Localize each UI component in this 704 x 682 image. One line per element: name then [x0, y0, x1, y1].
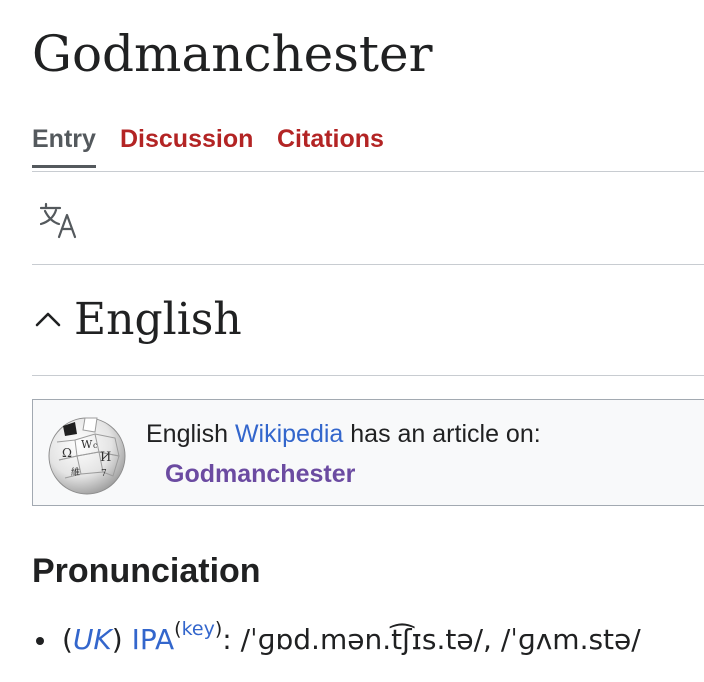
- paren-open: (: [62, 623, 73, 656]
- section-title: English: [74, 294, 242, 345]
- pronunciation-list: (UK) IPA(key): /ˈɡɒd.mən.t͡ʃɪs.tə/, /ˈɡʌ…: [32, 618, 641, 660]
- svg-text:W: W: [81, 438, 93, 451]
- wikipedia-box-prefix: English: [146, 420, 235, 448]
- ipa-transcription: : /ˈɡɒd.mən.t͡ʃɪs.tə/, /ˈɡʌm.stə/: [222, 623, 641, 656]
- wikipedia-box-text: English Wikipedia has an article on:: [146, 418, 541, 450]
- wikipedia-globe-icon: W Ω И 維 7 c: [45, 412, 129, 496]
- bullet: [36, 637, 44, 645]
- wikipedia-box-suffix: has an article on:: [343, 420, 541, 448]
- page-title: Godmanchester: [32, 25, 433, 83]
- region-link-uk[interactable]: UK: [73, 623, 112, 656]
- tab-entry[interactable]: Entry: [32, 124, 96, 168]
- tab-discussion[interactable]: Discussion: [120, 124, 253, 168]
- section-header-english[interactable]: English: [32, 264, 704, 376]
- chevron-up-icon[interactable]: [34, 306, 62, 334]
- wikipedia-article-link[interactable]: Godmanchester: [165, 460, 355, 488]
- list-item: (UK) IPA(key): /ˈɡɒd.mən.t͡ʃɪs.tə/, /ˈɡʌ…: [32, 618, 641, 660]
- svg-text:И: И: [100, 450, 111, 465]
- svg-text:維: 維: [71, 466, 80, 478]
- tab-citations[interactable]: Citations: [277, 124, 384, 168]
- translate-icon[interactable]: [39, 201, 84, 241]
- wikipedia-link[interactable]: Wikipedia: [235, 420, 343, 448]
- page-actions: [32, 171, 704, 265]
- page: Godmanchester Entry Discussion Citations: [32, 0, 704, 682]
- svg-text:c: c: [93, 441, 98, 450]
- svg-text:Ω: Ω: [62, 446, 72, 460]
- wikipedia-sister-box: W Ω И 維 7 c English Wikipedia has an art…: [32, 399, 704, 506]
- paren-close: ): [111, 623, 123, 656]
- ipa-key-link[interactable]: key: [182, 618, 215, 640]
- ipa-link[interactable]: IPA: [132, 623, 175, 656]
- key-paren-open: (: [174, 617, 182, 640]
- ipa-key-superscript: (key): [174, 618, 222, 640]
- namespace-tabs: Entry Discussion Citations: [32, 118, 704, 172]
- key-paren-close: ): [214, 617, 223, 640]
- svg-text:7: 7: [101, 469, 107, 479]
- wikipedia-article-line: Godmanchester: [165, 458, 355, 490]
- pronunciation-heading: Pronunciation: [32, 552, 261, 590]
